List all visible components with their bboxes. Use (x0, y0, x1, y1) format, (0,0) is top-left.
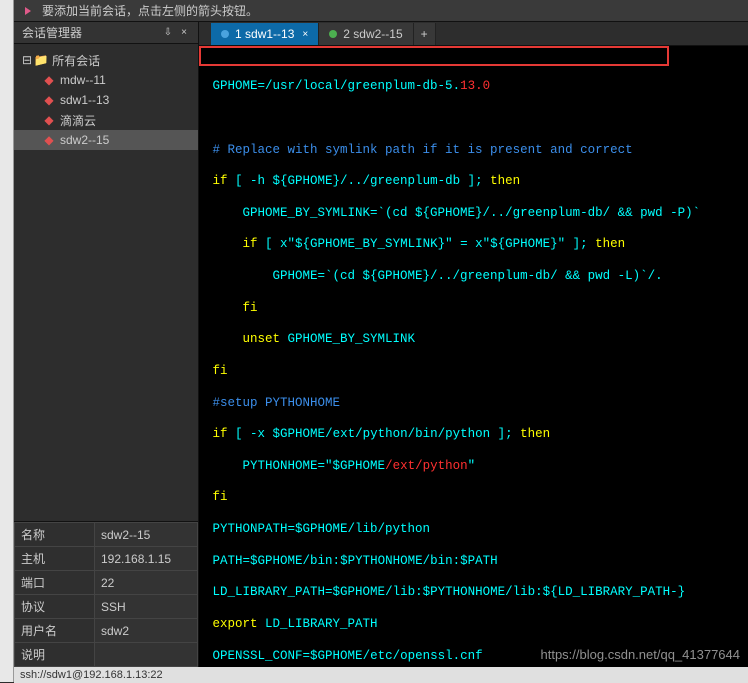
session-icon: ◆ (42, 93, 56, 107)
prop-row: 主机192.168.1.15 (15, 547, 198, 571)
prop-row: 用户名sdw2 (15, 619, 198, 643)
arrow-icon (22, 4, 36, 18)
highlight-annotation (199, 46, 669, 66)
pin-icon[interactable]: ⇩ (162, 27, 174, 39)
session-label: 滴滴云 (60, 112, 96, 129)
status-bar: ssh://sdw1@192.168.1.13:22 (14, 667, 748, 683)
tab-sdw2[interactable]: 2 sdw2--15 (319, 23, 413, 45)
session-item[interactable]: ◆ sdw2--15 (14, 130, 198, 150)
session-item[interactable]: ◆ 滴滴云 (14, 110, 198, 130)
status-dot-icon (329, 30, 337, 38)
session-label: sdw2--15 (60, 133, 109, 147)
tab-sdw1[interactable]: 1 sdw1--13 × (211, 23, 319, 45)
session-label: sdw1--13 (60, 93, 109, 107)
add-tab-button[interactable]: + (414, 23, 436, 45)
editor-area: 1 sdw1--13 × 2 sdw2--15 + GPHOME=/usr/lo… (199, 22, 748, 667)
hint-bar: 要添加当前会话，点击左侧的箭头按钮。 (14, 0, 748, 22)
session-icon: ◆ (42, 133, 56, 147)
prop-row: 协议SSH (15, 595, 198, 619)
tree-root-label: 所有会话 (52, 52, 100, 69)
sidebar-title: 会话管理器 (22, 24, 82, 41)
sidebar-header: 会话管理器 ⇩ × (14, 22, 198, 44)
hint-text: 要添加当前会话，点击左侧的箭头按钮。 (42, 2, 258, 19)
session-icon: ◆ (42, 113, 56, 127)
session-item[interactable]: ◆ sdw1--13 (14, 90, 198, 110)
session-icon: ◆ (42, 73, 56, 87)
prop-row: 名称sdw2--15 (15, 523, 198, 547)
close-icon[interactable]: × (302, 29, 308, 40)
session-sidebar: 会话管理器 ⇩ × ⊟ 📁 所有会话 ◆ mdw--11 ◆ sdw1--13 … (14, 22, 199, 667)
session-label: mdw--11 (60, 73, 106, 87)
session-tree[interactable]: ⊟ 📁 所有会话 ◆ mdw--11 ◆ sdw1--13 ◆ 滴滴云 ◆ sd… (14, 44, 198, 521)
status-text: ssh://sdw1@192.168.1.13:22 (20, 669, 163, 681)
watermark: https://blog.csdn.net/qq_41377644 (541, 647, 741, 662)
prop-row: 端口22 (15, 571, 198, 595)
terminal-editor[interactable]: GPHOME=/usr/local/greenplum-db-5.13.0 # … (199, 46, 748, 667)
close-icon[interactable]: × (178, 27, 190, 39)
session-item[interactable]: ◆ mdw--11 (14, 70, 198, 90)
status-dot-icon (221, 30, 229, 38)
properties-panel: 名称sdw2--15 主机192.168.1.15 端口22 协议SSH 用户名… (14, 521, 198, 667)
tab-bar: 1 sdw1--13 × 2 sdw2--15 + (199, 22, 748, 46)
tree-root[interactable]: ⊟ 📁 所有会话 (14, 50, 198, 70)
folder-icon: 📁 (34, 53, 48, 67)
prop-row: 说明 (15, 643, 198, 667)
